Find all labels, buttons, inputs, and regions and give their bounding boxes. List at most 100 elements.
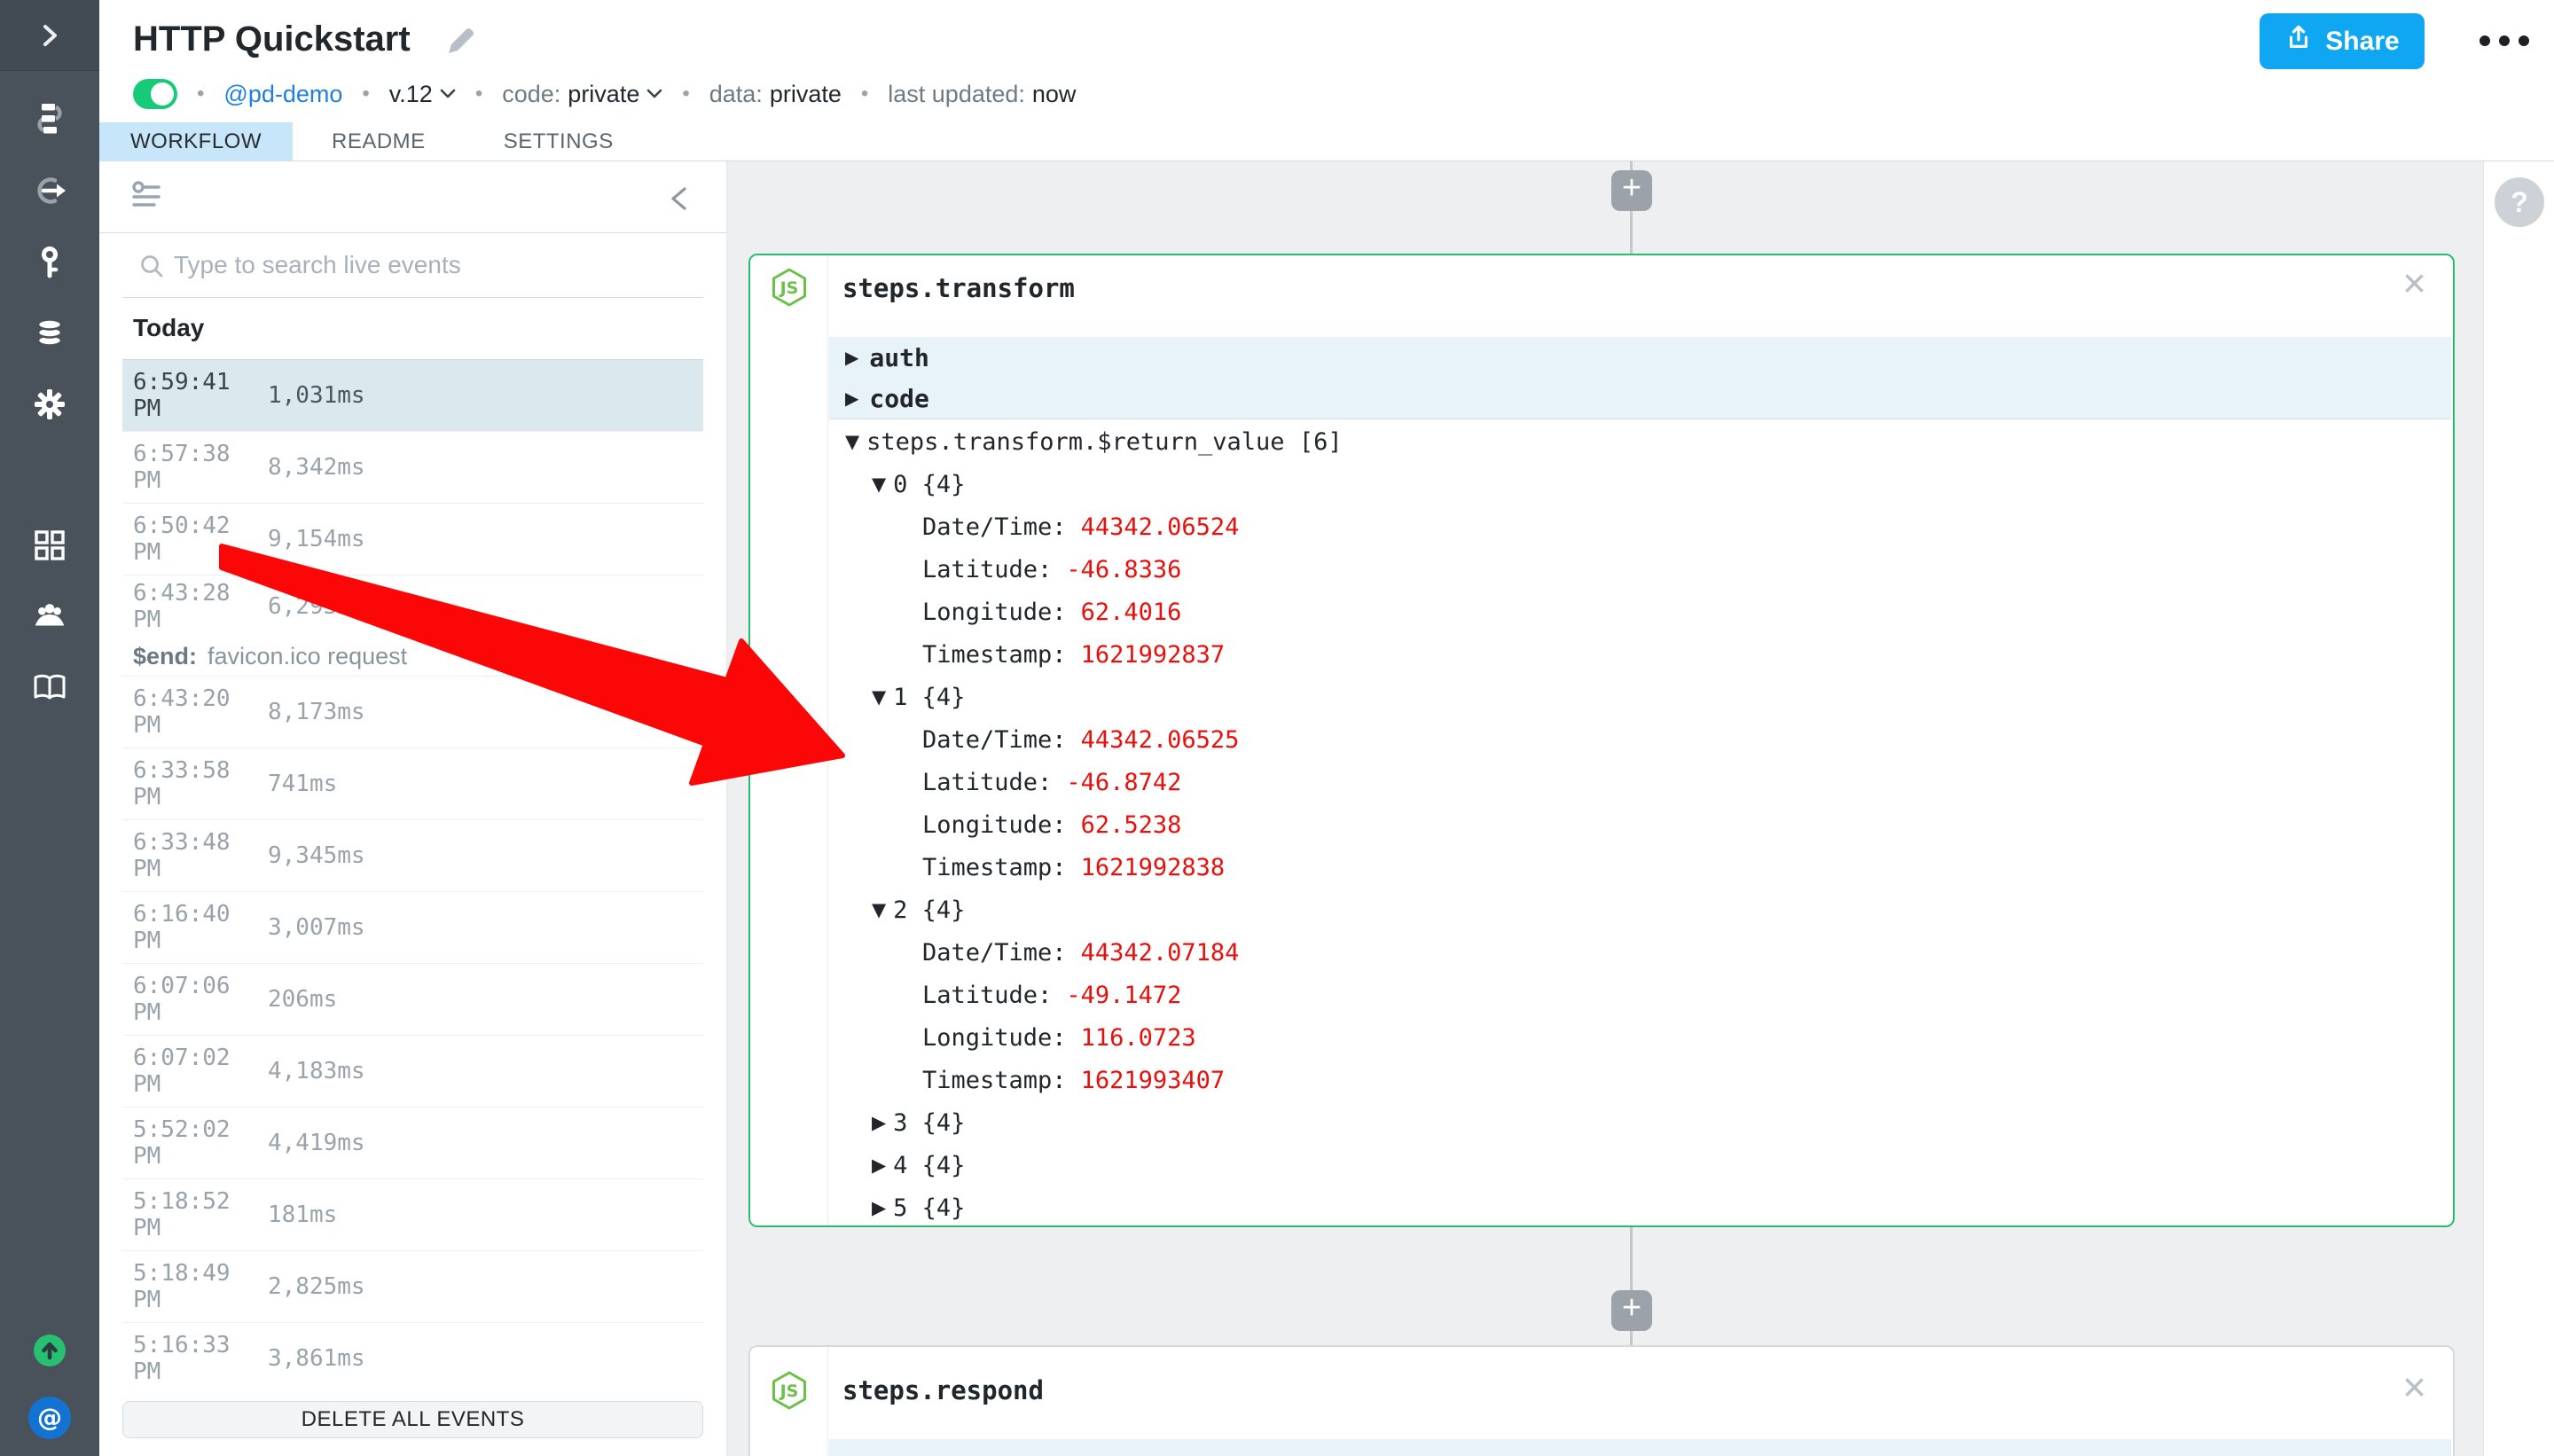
updated-label: last updated: — [888, 81, 1025, 108]
live-events-panel: Today 6:59:41 PM 1,031ms 6:57:38 PM 8,34… — [99, 161, 727, 1456]
owner-link[interactable]: @pd-demo — [223, 81, 342, 108]
event-row[interactable]: 6:57:38 PM 8,342ms — [122, 431, 703, 503]
expanded-arrow-icon: ▼ — [872, 474, 886, 495]
search-icon — [138, 253, 165, 284]
event-search-row — [99, 233, 726, 298]
deploy-toggle[interactable] — [133, 79, 177, 109]
upgrade-icon[interactable] — [31, 1332, 68, 1369]
expanded-arrow-icon: ▼ — [872, 899, 886, 920]
expanded-arrow-icon: ▼ — [845, 431, 859, 452]
tree-node[interactable]: ▼ 0 {4} — [829, 463, 2451, 505]
event-list: 6:59:41 PM 1,031ms 6:57:38 PM 8,342ms 6:… — [122, 359, 703, 1394]
tree-field: Timestamp:1621992838 — [829, 846, 2451, 888]
tab-bar: WORKFLOW README SETTINGS — [99, 122, 2554, 161]
svg-text:JS: JS — [779, 1382, 799, 1401]
tree-field: Date/Time:44342.06524 — [829, 505, 2451, 548]
more-menu-icon[interactable] — [2480, 35, 2529, 46]
event-row[interactable]: 5:18:52 PM 181ms — [122, 1178, 703, 1250]
section-code[interactable]: ▶ code — [829, 378, 2451, 419]
event-row[interactable]: 6:43:20 PM 8,173ms — [122, 676, 703, 748]
toggle-knob — [151, 82, 174, 106]
tree-node[interactable]: ▶ 3 {4} — [829, 1101, 2451, 1144]
return-value-tree: ▼ steps.transform.$return_value [6] ▼ 0 … — [829, 420, 2451, 1224]
event-duration: 1,031ms — [268, 382, 365, 409]
event-row[interactable]: 6:59:41 PM 1,031ms — [122, 359, 703, 431]
event-row[interactable]: 6:33:58 PM 741ms — [122, 748, 703, 819]
community-icon[interactable] — [31, 597, 68, 634]
close-icon[interactable]: × — [2402, 1366, 2426, 1407]
section-auth[interactable]: ▶ auth — [829, 1439, 2451, 1456]
event-row[interactable]: 6:50:42 PM 9,154ms — [122, 503, 703, 575]
tree-node[interactable]: ▶ 4 {4} — [829, 1144, 2451, 1186]
code-visibility-dropdown[interactable]: code: private — [502, 81, 662, 108]
at-glyph: @ — [37, 1403, 62, 1432]
data-stores-icon[interactable] — [31, 314, 68, 351]
nodejs-icon: JS — [769, 1370, 810, 1411]
share-button[interactable]: Share — [2260, 13, 2425, 69]
event-row[interactable]: 5:16:33 PM 3,861ms — [122, 1322, 703, 1394]
collapsed-arrow-icon: ▶ — [845, 347, 858, 368]
workflow-meta-row: • @pd-demo • v.12 • code: private • data… — [133, 78, 1076, 110]
share-label: Share — [2325, 27, 2399, 57]
events-section-label: Today — [133, 314, 204, 342]
tree-field: Latitude:-49.1472 — [829, 974, 2451, 1016]
version-dropdown[interactable]: v.12 — [389, 81, 456, 108]
workflows-icon[interactable] — [31, 100, 68, 137]
delete-all-events-button[interactable]: DELETE ALL EVENTS — [122, 1401, 703, 1438]
collapsed-arrow-icon: ▶ — [845, 387, 858, 409]
tree-field: Date/Time:44342.06525 — [829, 718, 2451, 761]
collapsed-arrow-icon: ▶ — [872, 1112, 886, 1133]
sidebar-top — [0, 0, 99, 71]
code-value: private — [568, 81, 639, 108]
event-row[interactable]: 5:18:49 PM 2,825ms — [122, 1250, 703, 1322]
collapsed-arrow-icon: ▶ — [872, 1197, 886, 1218]
svg-text:JS: JS — [779, 278, 799, 298]
tree-field: Longitude:62.4016 — [829, 591, 2451, 633]
data-value: private — [770, 81, 842, 108]
step-icon-column: JS — [750, 255, 828, 1225]
event-row[interactable]: 5:52:02 PM 4,419ms — [122, 1107, 703, 1178]
event-end-note: $end:favicon.ico request — [133, 637, 703, 676]
tree-field: Latitude:-46.8336 — [829, 548, 2451, 591]
tree-field: Timestamp:1621993407 — [829, 1059, 2451, 1101]
tree-node[interactable]: ▼ 2 {4} — [829, 888, 2451, 931]
help-button[interactable]: ? — [2495, 177, 2544, 227]
expand-sidebar-icon[interactable] — [31, 17, 68, 54]
workflow-canvas: + + JS steps.transform × ▶ auth ▶ code — [727, 161, 2483, 1456]
right-rail: ? — [2483, 161, 2554, 1456]
add-step-button[interactable]: + — [1611, 1290, 1652, 1331]
user-avatar[interactable]: @ — [27, 1396, 72, 1440]
step-card-transform[interactable]: JS steps.transform × ▶ auth ▶ code ▼ ste… — [748, 254, 2455, 1227]
tab-settings[interactable]: SETTINGS — [465, 122, 653, 161]
filter-icon[interactable] — [131, 181, 163, 214]
collapse-panel-icon[interactable] — [668, 186, 691, 215]
workflow-header: HTTP Quickstart • @pd-demo • v.12 • code… — [99, 0, 2554, 122]
section-auth[interactable]: ▶ auth — [829, 337, 2451, 378]
auth-key-icon[interactable] — [31, 244, 68, 281]
nodejs-icon: JS — [769, 267, 810, 308]
settings-gear-icon[interactable] — [31, 386, 68, 423]
tree-node[interactable]: ▼ 1 {4} — [829, 676, 2451, 718]
step-card-respond[interactable]: JS steps.respond × ▶ auth — [748, 1345, 2455, 1456]
tab-readme[interactable]: README — [293, 122, 465, 161]
last-updated: last updated: now — [888, 81, 1076, 108]
search-input[interactable] — [174, 242, 688, 288]
event-sources-icon[interactable] — [31, 172, 68, 209]
tree-root[interactable]: ▼ steps.transform.$return_value [6] — [829, 420, 2451, 463]
tree-field: Longitude:62.5238 — [829, 803, 2451, 846]
tree-node[interactable]: ▶ 5 {4} — [829, 1186, 2451, 1224]
edit-title-icon[interactable] — [443, 25, 479, 60]
tree-field: Longitude:116.0723 — [829, 1016, 2451, 1059]
apps-grid-icon[interactable] — [31, 527, 68, 564]
event-row[interactable]: 6:07:06 PM 206ms — [122, 963, 703, 1035]
event-row[interactable]: 6:33:48 PM 9,345ms — [122, 819, 703, 891]
tree-field: Latitude:-46.8742 — [829, 761, 2451, 803]
app-sidebar: @ — [0, 0, 99, 1456]
event-row[interactable]: 6:43:28 PM 6,293ms $end:favicon.ico requ… — [122, 575, 703, 676]
event-row[interactable]: 6:07:02 PM 4,183ms — [122, 1035, 703, 1107]
event-row[interactable]: 6:16:40 PM 3,007ms — [122, 891, 703, 963]
tab-workflow[interactable]: WORKFLOW — [99, 122, 293, 161]
close-icon[interactable]: × — [2402, 262, 2426, 303]
docs-book-icon[interactable] — [31, 669, 68, 706]
add-step-button[interactable]: + — [1611, 170, 1652, 211]
